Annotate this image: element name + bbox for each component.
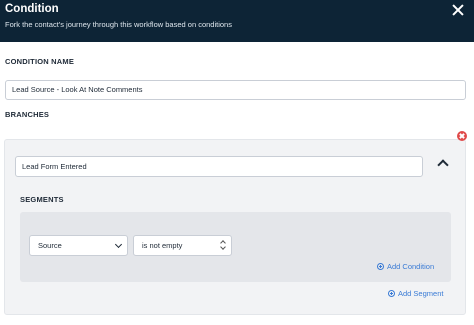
- updown-arrows-icon: [220, 240, 226, 251]
- add-segment-button[interactable]: Add Segment: [388, 289, 443, 298]
- chevron-down-icon: [114, 240, 123, 249]
- plus-circle-icon: [377, 263, 384, 270]
- remove-branch-icon[interactable]: [457, 131, 467, 141]
- branches-label: BRANCHES: [5, 110, 50, 119]
- add-segment-label: Add Segment: [398, 289, 444, 298]
- branch-name-input[interactable]: Lead Form Entered: [15, 156, 423, 177]
- operator-select[interactable]: is not empty: [133, 235, 232, 256]
- condition-name-label: CONDITION NAME: [5, 57, 75, 66]
- segments-label: SEGMENTS: [20, 195, 64, 204]
- plus-circle-icon: [388, 290, 395, 297]
- dialog-title: Condition: [5, 3, 59, 15]
- add-condition-button[interactable]: Add Condition: [377, 262, 434, 271]
- dialog-header: Condition Fork the contact's journey thr…: [0, 0, 474, 42]
- add-condition-label: Add Condition: [387, 262, 435, 271]
- operator-select-value: is not empty: [142, 241, 183, 250]
- condition-name-input[interactable]: Lead Source - Look At Note Comments: [5, 80, 466, 100]
- dialog-subtitle: Fork the contact's journey through this …: [5, 20, 232, 29]
- field-select[interactable]: Source: [29, 235, 128, 256]
- chevron-up-icon[interactable]: [437, 157, 449, 169]
- field-select-value: Source: [38, 241, 62, 250]
- close-icon[interactable]: [451, 3, 465, 17]
